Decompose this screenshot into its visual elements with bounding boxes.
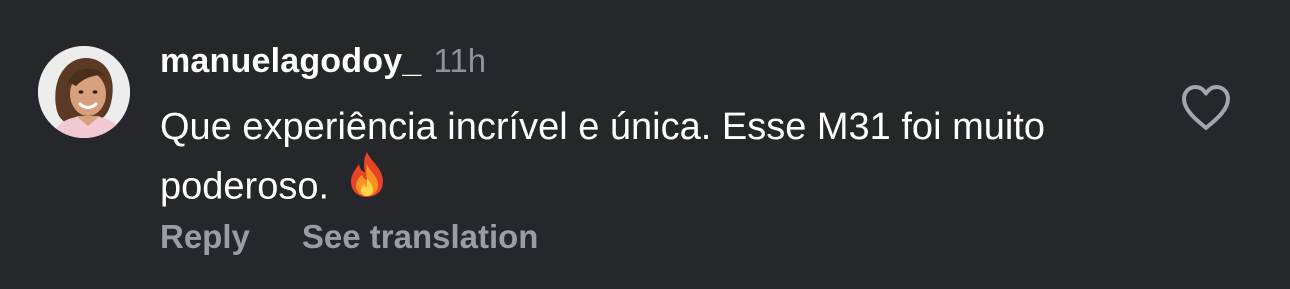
like-button[interactable] [1180,84,1232,132]
comment-item: manuelagodoy_ 11h Que experiência incrív… [0,0,1290,289]
comment-text: Que experiência incrível e única. Esse M… [160,98,1120,221]
heart-icon [1182,85,1230,130]
username-link[interactable]: manuelagodoy_ [160,42,421,81]
timestamp: 11h [433,42,487,79]
avatar[interactable] [38,46,130,138]
comment-body: Que experiência incrível e única. Esse M… [160,106,1045,208]
reply-button[interactable]: Reply [160,218,250,256]
comment-actions: Reply See translation [160,218,538,256]
comment-header: manuelagodoy_ 11h [160,42,486,86]
fire-emoji [345,150,389,215]
see-translation-button[interactable]: See translation [302,218,539,256]
avatar-image [38,46,130,138]
